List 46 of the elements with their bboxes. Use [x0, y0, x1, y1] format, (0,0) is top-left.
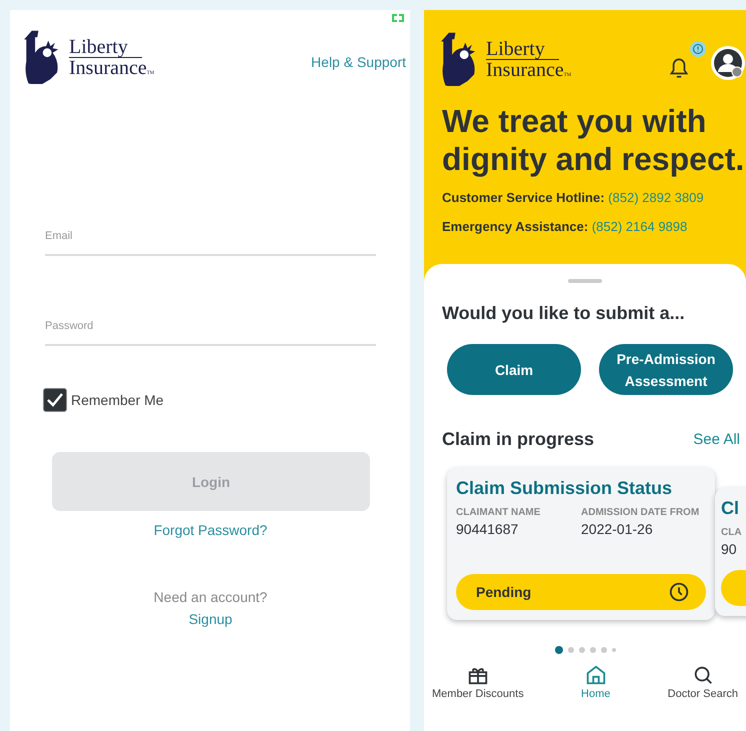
- logo-text: Insurance: [486, 59, 564, 81]
- remember-checkbox[interactable]: [43, 388, 67, 412]
- alert-badge-icon: [690, 41, 706, 57]
- logo-text: Liberty: [69, 37, 142, 58]
- pager-dot[interactable]: [612, 648, 616, 652]
- field-label: ADMISSION DATE FROM: [581, 507, 700, 518]
- contact-label: Emergency Assistance:: [442, 219, 588, 234]
- contact-label: Customer Service Hotline:: [442, 190, 605, 205]
- nav-tab[interactable]: Member Discounts: [432, 664, 524, 700]
- phone-link[interactable]: (852) 2164 9898: [592, 219, 688, 234]
- drag-handle[interactable]: [568, 279, 602, 283]
- card-title: Claim Submission Status: [456, 478, 674, 499]
- logo-text: Liberty: [486, 39, 559, 60]
- home-icon: [584, 664, 607, 686]
- headline: We treat you with dignity and respect.: [442, 102, 746, 178]
- field-label: CLAIMANT NAME: [456, 507, 542, 518]
- submit-option-button[interactable]: Pre-Admission Assessment: [599, 344, 733, 395]
- expand-icon[interactable]: [392, 14, 404, 22]
- nav-tab[interactable]: Home: [581, 664, 610, 700]
- claim-card[interactable]: Cl CLA 90: [715, 488, 746, 616]
- profile-avatar-icon[interactable]: [710, 45, 746, 81]
- field-value: 90: [721, 541, 738, 557]
- phone-link[interactable]: (852) 2892 3809: [608, 190, 704, 205]
- logo-text: Insurance: [69, 57, 147, 79]
- submit-option-button[interactable]: Claim: [447, 344, 581, 395]
- card-title: Cl: [721, 498, 740, 519]
- section-title: Claim in progress: [442, 429, 594, 450]
- pager-dot[interactable]: [600, 647, 606, 653]
- field-label: CLA: [721, 527, 743, 538]
- claim-card[interactable]: Claim Submission Status CLAIMANT NAME 90441687 ADMISSION DATE FROM 2022-01-26 Pending: [447, 468, 715, 620]
- clock-icon: [668, 581, 690, 603]
- see-all-link[interactable]: See All: [693, 431, 740, 448]
- signup-prompt: Need an account?: [154, 589, 268, 605]
- nav-tab[interactable]: Doctor Search: [668, 664, 738, 700]
- pager-dot[interactable]: [590, 647, 596, 653]
- field-value: 2022-01-26: [581, 521, 654, 537]
- pager-dot[interactable]: [578, 647, 584, 653]
- field-value: 90441687: [456, 521, 520, 537]
- status-pill: Pending: [456, 574, 706, 610]
- forgot-password-link[interactable]: Forgot Password?: [154, 522, 268, 538]
- signup-link[interactable]: Signup: [188, 611, 232, 627]
- remember-me-label: Remember Me: [71, 392, 164, 408]
- section-title: Would you like to submit a...: [442, 303, 686, 324]
- pager-dot[interactable]: [554, 646, 562, 654]
- pager-dot[interactable]: [568, 647, 574, 653]
- help-support-link[interactable]: Help & Support: [311, 54, 406, 70]
